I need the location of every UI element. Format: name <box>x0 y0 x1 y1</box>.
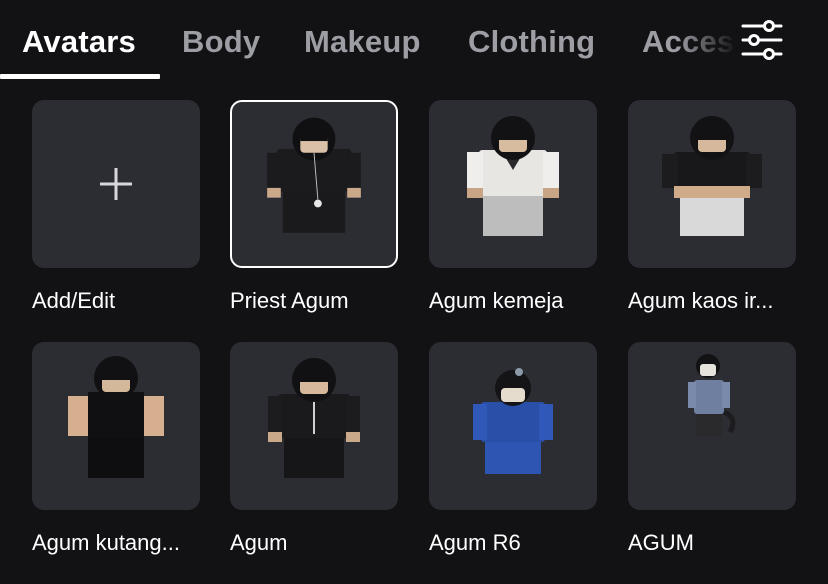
avatar-tile-agum-kaos[interactable] <box>628 100 796 268</box>
avatar-tile-priest-agum[interactable] <box>230 100 398 268</box>
avatar-tile-agum-kemeja[interactable] <box>429 100 597 268</box>
avatar-label: Priest Agum <box>230 288 349 313</box>
avatar-thumbnail <box>68 356 164 478</box>
avatar-thumbnail <box>662 116 762 236</box>
avatar-label: AGUM <box>628 530 694 555</box>
avatar-thumbnail <box>467 116 559 236</box>
avatar-tile-agum[interactable] <box>230 342 398 510</box>
avatar-thumbnail <box>688 354 736 436</box>
avatar-label: Agum <box>230 530 288 555</box>
add-edit-tile[interactable] <box>32 100 200 268</box>
avatar-thumbnail <box>473 368 553 474</box>
avatar-tile-agum-caps[interactable] <box>628 342 796 510</box>
avatar-label: Agum kaos ir... <box>628 288 774 313</box>
avatar-thumbnail <box>268 358 360 478</box>
avatar-label: Add/Edit <box>32 288 116 313</box>
avatar-tile-agum-r6[interactable] <box>429 342 597 510</box>
avatar-label: Agum kemeja <box>429 288 564 313</box>
plus-icon <box>100 168 132 200</box>
avatar-label: Agum kutang... <box>32 530 180 555</box>
avatar-tile-agum-kutang[interactable] <box>32 342 200 510</box>
avatar-grid: Add/Edit Priest Agum Agum kemeja Agum ka… <box>0 0 828 584</box>
avatar-thumbnail <box>267 117 361 233</box>
avatar-label: Agum R6 <box>429 530 521 555</box>
